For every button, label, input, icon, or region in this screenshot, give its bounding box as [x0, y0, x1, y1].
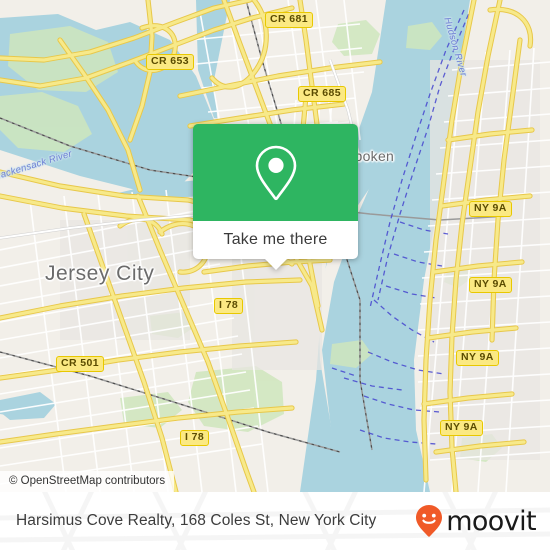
- osm-attribution-text: © OpenStreetMap contributors: [9, 475, 166, 487]
- road-shield-cr-501[interactable]: CR 501: [56, 356, 105, 372]
- place-label-jersey-city: Jersey City: [45, 262, 155, 285]
- footer-bar: Harsimus Cove Realty, 168 Coles St, New …: [0, 492, 550, 550]
- road-shield-cr-653[interactable]: CR 653: [146, 54, 195, 70]
- callout-pin-panel: [193, 124, 358, 221]
- moovit-smiley-pin-icon: [416, 505, 443, 537]
- moovit-map-screenshot: Jersey City Hoboken Hackensack River Hud…: [0, 0, 550, 550]
- map-pin-icon: [255, 145, 296, 200]
- moovit-wordmark: moovit: [446, 505, 536, 537]
- road-shield-cr-681[interactable]: CR 681: [265, 12, 314, 28]
- moovit-brand-logo[interactable]: moovit: [414, 504, 537, 538]
- osm-attribution[interactable]: © OpenStreetMap contributors: [0, 471, 175, 492]
- map-canvas[interactable]: Jersey City Hoboken Hackensack River Hud…: [0, 0, 550, 492]
- road-shield-i-78-2[interactable]: I 78: [180, 430, 210, 446]
- road-shield-ny-9a-2[interactable]: NY 9A: [469, 277, 512, 293]
- road-shield-ny-9a-1[interactable]: NY 9A: [469, 201, 512, 217]
- callout-pointer-tail: [264, 259, 287, 270]
- road-shield-ny-9a-4[interactable]: NY 9A: [440, 420, 483, 436]
- road-shield-cr-685[interactable]: CR 685: [298, 86, 347, 102]
- take-me-there-label: Take me there: [223, 231, 328, 248]
- location-title: Harsimus Cove Realty, 168 Coles St, New …: [16, 512, 377, 529]
- location-callout-card[interactable]: Take me there: [193, 124, 358, 270]
- callout-action-panel[interactable]: Take me there: [193, 221, 358, 259]
- road-shield-i-78-1[interactable]: I 78: [214, 298, 244, 314]
- road-shield-ny-9a-3[interactable]: NY 9A: [456, 350, 499, 366]
